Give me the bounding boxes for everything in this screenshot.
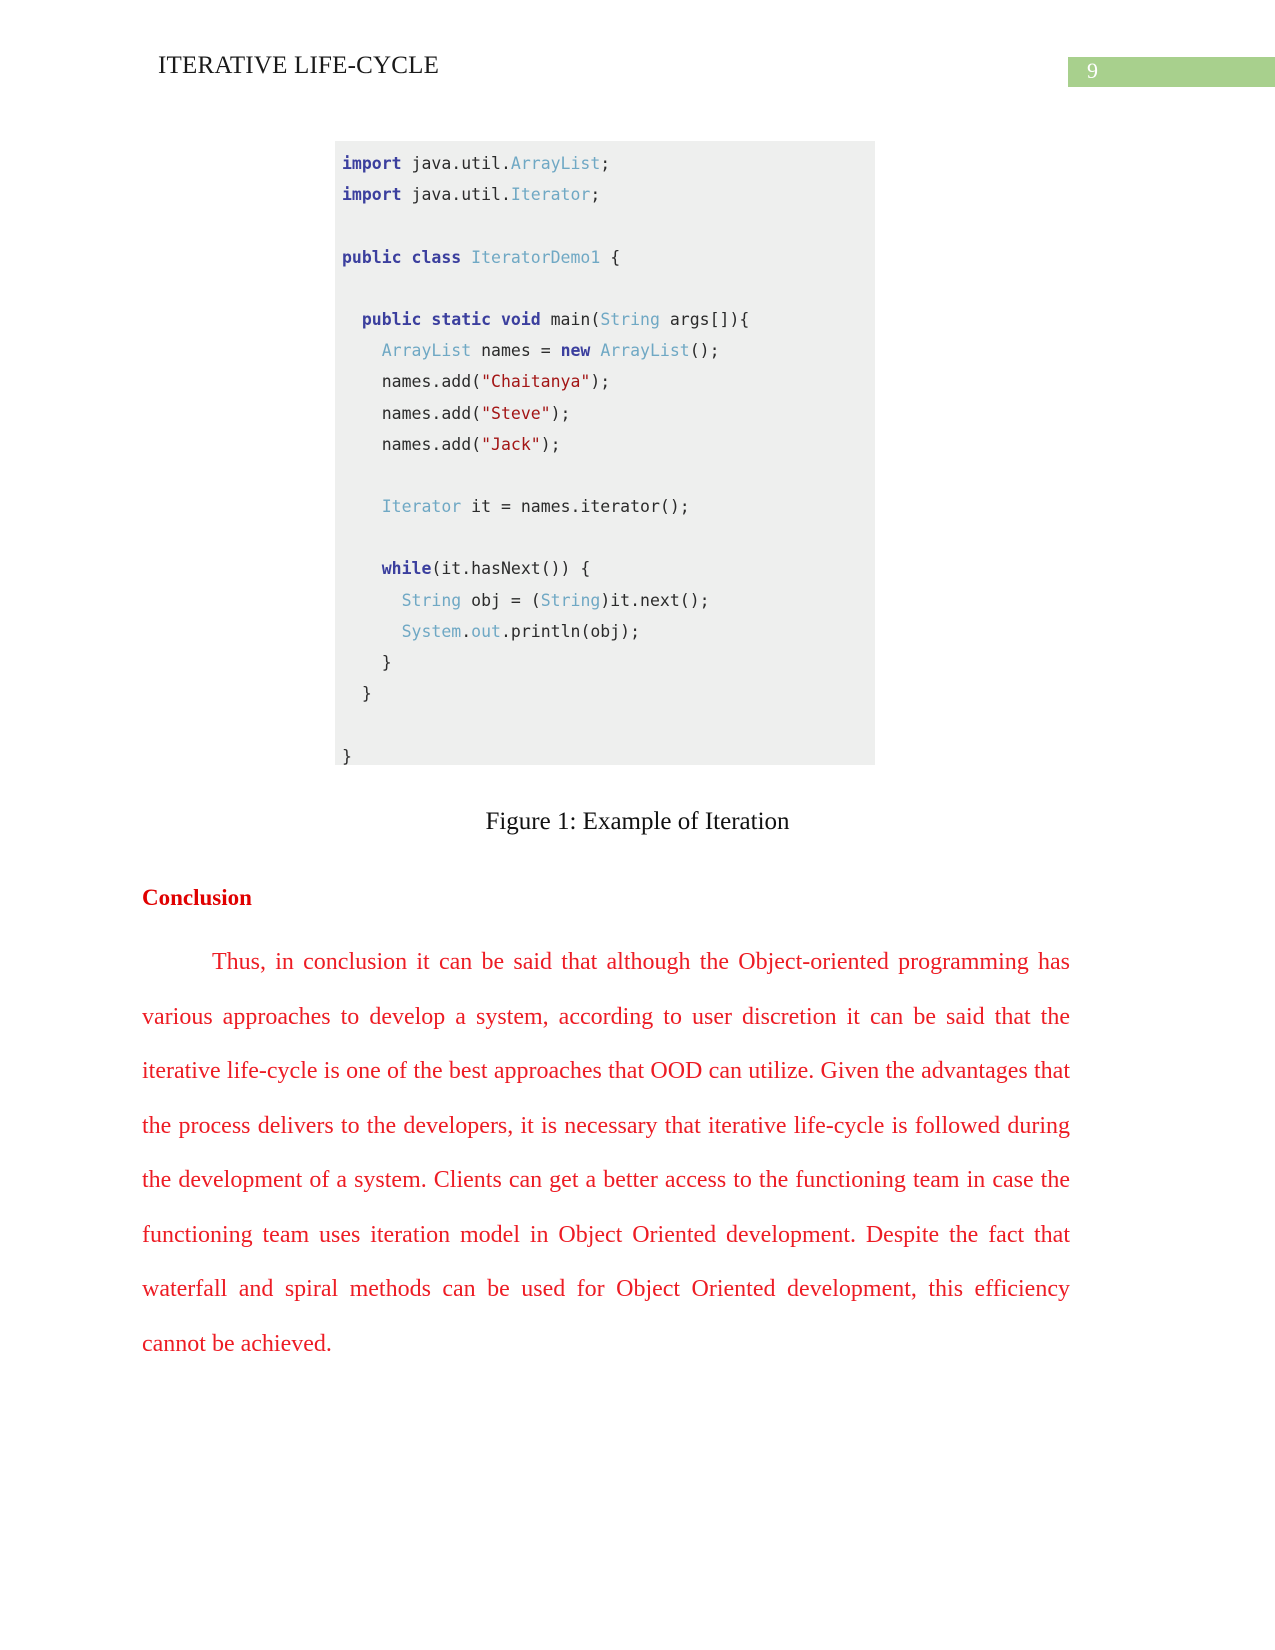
code-line: names.add("Steve"); — [342, 398, 871, 429]
code-token: args[]){ — [659, 309, 750, 329]
code-line: } — [342, 678, 871, 709]
code-line: } — [342, 647, 871, 678]
code-token: )it.next(); — [600, 590, 710, 610]
code-token: import — [342, 185, 402, 205]
section-heading-conclusion: Conclusion — [142, 885, 252, 910]
code-token: while — [381, 559, 432, 579]
code-token: ; — [600, 154, 611, 173]
code-token: } — [342, 653, 392, 672]
code-token: ArrayList — [381, 341, 472, 361]
code-token: java.util. — [401, 154, 511, 173]
page-number-label: 9 — [1087, 58, 1098, 83]
code-line: names.add("Chaitanya"); — [342, 366, 871, 397]
code-line: while(it.hasNext()) { — [342, 553, 871, 584]
code-token: out — [471, 621, 501, 641]
code-token: String — [540, 590, 601, 610]
code-token: } — [342, 684, 372, 704]
code-token: ( — [590, 309, 601, 329]
code-token: import — [342, 154, 402, 173]
code-line: import java.util.Iterator; — [342, 179, 871, 210]
code-token: { — [600, 247, 621, 267]
code-token: Iterator — [510, 185, 591, 205]
code-line: import java.util.ArrayList; — [342, 148, 871, 179]
document-page: ITERATIVE LIFE-CYCLE 9 import java.util.… — [0, 0, 1275, 1650]
code-line: String obj = (String)it.next(); — [342, 585, 871, 616]
code-token: (); — [689, 341, 720, 361]
code-token: ); — [540, 434, 561, 454]
code-token: . — [461, 621, 472, 641]
code-token: .println(obj); — [500, 621, 641, 641]
code-token: ; — [590, 185, 601, 205]
code-token: names.add( — [342, 372, 482, 392]
code-token: java.util. — [401, 185, 511, 205]
code-token: it = names.iterator(); — [461, 497, 690, 517]
code-token: names = — [471, 341, 561, 361]
code-token: } — [342, 746, 352, 766]
code-line: ArrayList names = new ArrayList(); — [342, 335, 871, 366]
code-token: names.add( — [342, 434, 482, 454]
code-line: Iterator it = names.iterator(); — [342, 491, 871, 522]
code-token: "Chaitanya" — [481, 372, 591, 392]
figure-caption: Figure 1: Example of Iteration — [485, 808, 790, 835]
code-token: "Steve" — [481, 403, 551, 423]
code-token: String — [401, 590, 462, 610]
code-token: Iterator — [381, 497, 462, 517]
page-header: ITERATIVE LIFE-CYCLE 9 — [0, 52, 1275, 90]
page-number-badge: 9 — [1068, 57, 1275, 87]
code-token: ArrayList — [600, 341, 690, 361]
code-token: names.add( — [342, 403, 482, 423]
code-token: main — [550, 309, 591, 329]
code-line: public class IteratorDemo1 { — [342, 242, 871, 273]
code-token: IteratorDemo1 — [471, 247, 601, 267]
code-token: public class — [342, 247, 472, 267]
code-token: ); — [550, 403, 571, 423]
code-token: ArrayList — [510, 154, 601, 173]
code-line: public static void main(String args[]){ — [342, 304, 871, 335]
code-token: ); — [590, 372, 611, 392]
code-token: obj = ( — [461, 590, 541, 610]
conclusion-paragraph: Thus, in conclusion it can be said that … — [142, 949, 1070, 1357]
code-token: public static void — [361, 309, 551, 329]
code-token: new — [560, 341, 591, 361]
page-title: ITERATIVE LIFE-CYCLE — [158, 52, 440, 79]
code-token: System — [401, 621, 462, 641]
java-code-listing: import java.util.ArrayList; import java.u… — [342, 148, 871, 772]
code-line: names.add("Jack"); — [342, 429, 871, 460]
code-token: (it.hasNext()) { — [431, 559, 591, 579]
code-line: System.out.println(obj); — [342, 616, 871, 647]
code-token: String — [600, 309, 660, 329]
code-token: "Jack" — [481, 434, 541, 454]
code-figure-image: import java.util.ArrayList; import java.u… — [335, 141, 875, 766]
code-line: } — [342, 741, 871, 772]
